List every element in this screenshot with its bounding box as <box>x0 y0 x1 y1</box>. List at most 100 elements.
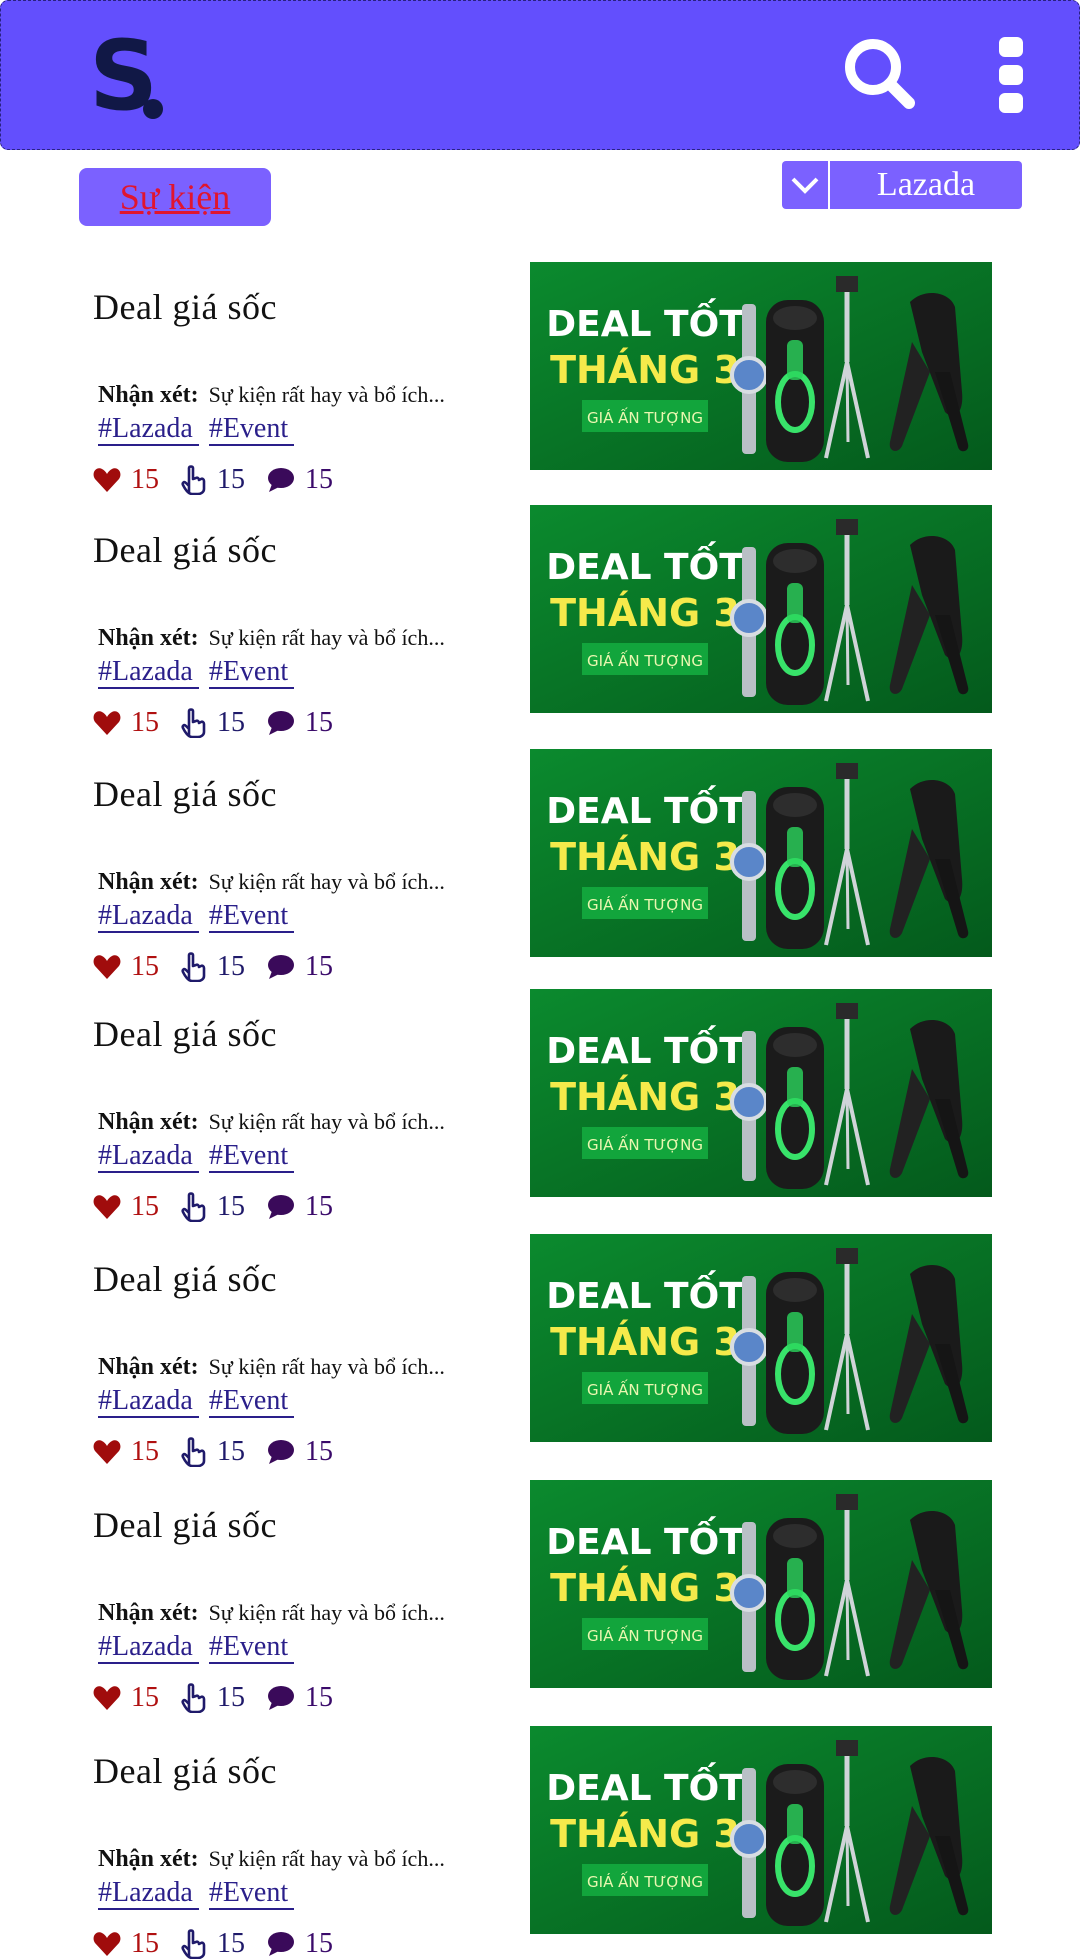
store-dropdown[interactable]: Lazada <box>782 161 1022 209</box>
deal-banner-image[interactable]: DEAL TỐT THÁNG 3 GIÁ ẤN TƯỢNG <box>530 749 992 957</box>
deal-banner-image[interactable]: DEAL TỐT THÁNG 3 GIÁ ẤN TƯỢNG <box>530 1480 992 1688</box>
tag-link[interactable]: #Lazada <box>98 1632 199 1664</box>
clap-button[interactable]: 15 <box>181 1928 245 1960</box>
deal-banner-image[interactable]: DEAL TỐT THÁNG 3 GIÁ ẤN TƯỢNG <box>530 989 992 1197</box>
like-count: 15 <box>131 1191 159 1222</box>
review-line: Nhận xét: Sự kiện rất hay và bổ ích... <box>98 869 445 896</box>
svg-text:GIÁ ẤN TƯỢNG: GIÁ ẤN TƯỢNG <box>587 649 703 670</box>
stats-bar: 15 15 15 <box>93 951 355 983</box>
deal-card[interactable]: Deal giá sốc Nhận xét: Sự kiện rất hay và… <box>0 505 1080 739</box>
deal-card[interactable]: Deal giá sốc Nhận xét: Sự kiện rất hay và… <box>0 1234 1080 1468</box>
clap-button[interactable]: 15 <box>181 1682 245 1714</box>
clap-button[interactable]: 15 <box>181 951 245 983</box>
deal-title[interactable]: Deal giá sốc <box>93 773 277 815</box>
deal-banner-image[interactable]: DEAL TỐT THÁNG 3 GIÁ ẤN TƯỢNG <box>530 1234 992 1442</box>
speech-bubble-icon <box>268 711 294 735</box>
app-logo[interactable]: S <box>89 31 165 121</box>
pointing-hand-icon <box>181 1929 206 1959</box>
chevron-down-icon[interactable] <box>782 161 830 209</box>
comment-button[interactable]: 15 <box>267 464 333 496</box>
tag-link[interactable]: #Event <box>208 657 295 689</box>
like-button[interactable]: 15 <box>93 1436 159 1468</box>
svg-text:GIÁ ẤN TƯỢNG: GIÁ ẤN TƯỢNG <box>587 1624 703 1645</box>
deal-title[interactable]: Deal giá sốc <box>93 286 277 328</box>
review-text: Sự kiện rất hay và bổ ích... <box>208 382 445 407</box>
review-line: Nhận xét: Sự kiện rất hay và bổ ích... <box>98 625 445 652</box>
deal-title[interactable]: Deal giá sốc <box>93 1750 277 1792</box>
clap-button[interactable]: 15 <box>181 1436 245 1468</box>
tag-link[interactable]: #Lazada <box>98 414 199 446</box>
clap-button[interactable]: 15 <box>181 1191 245 1223</box>
clap-button[interactable]: 15 <box>181 707 245 739</box>
deal-card[interactable]: Deal giá sốc Nhận xét: Sự kiện rất hay và… <box>0 989 1080 1223</box>
comment-button[interactable]: 15 <box>267 1928 333 1960</box>
tag-link[interactable]: #Event <box>208 1878 295 1910</box>
tag-link[interactable]: #Lazada <box>98 1878 199 1910</box>
svg-text:THÁNG 3: THÁNG 3 <box>550 1075 740 1119</box>
deal-title[interactable]: Deal giá sốc <box>93 1013 277 1055</box>
speech-bubble-icon <box>268 955 294 979</box>
review-label: Nhận xét: <box>98 382 199 408</box>
clap-count: 15 <box>217 707 245 738</box>
tag-list: #Lazada #Event <box>98 901 295 933</box>
deal-title[interactable]: Deal giá sốc <box>93 529 277 571</box>
deal-banner-image[interactable]: DEAL TỐT THÁNG 3 GIÁ ẤN TƯỢNG <box>530 262 992 470</box>
deal-title[interactable]: Deal giá sốc <box>93 1258 277 1300</box>
stats-bar: 15 15 15 <box>93 1682 355 1714</box>
tag-link[interactable]: #Event <box>208 1632 295 1664</box>
tag-link[interactable]: #Event <box>208 1386 295 1418</box>
pointing-hand-icon <box>181 952 206 982</box>
review-text: Sự kiện rất hay và bổ ích... <box>208 625 445 650</box>
speech-bubble-icon <box>268 1195 294 1219</box>
comment-count: 15 <box>305 707 333 738</box>
deal-title[interactable]: Deal giá sốc <box>93 1504 277 1546</box>
comment-button[interactable]: 15 <box>267 1191 333 1223</box>
review-line: Nhận xét: Sự kiện rất hay và bổ ích... <box>98 1354 445 1381</box>
comment-button[interactable]: 15 <box>267 1682 333 1714</box>
clap-button[interactable]: 15 <box>181 464 245 496</box>
svg-text:DEAL TỐT: DEAL TỐT <box>546 1270 744 1317</box>
tag-link[interactable]: #Event <box>208 414 295 446</box>
review-line: Nhận xét: Sự kiện rất hay và bổ ích... <box>98 1109 445 1136</box>
svg-text:GIÁ ẤN TƯỢNG: GIÁ ẤN TƯỢNG <box>587 893 703 914</box>
speech-bubble-icon <box>268 1932 294 1956</box>
review-label: Nhận xét: <box>98 625 199 651</box>
comment-count: 15 <box>305 1682 333 1713</box>
like-button[interactable]: 15 <box>93 464 159 496</box>
deal-banner-image[interactable]: DEAL TỐT THÁNG 3 GIÁ ẤN TƯỢNG <box>530 505 992 713</box>
svg-text:THÁNG 3: THÁNG 3 <box>550 1812 740 1856</box>
comment-button[interactable]: 15 <box>267 951 333 983</box>
pointing-hand-icon <box>181 1437 206 1467</box>
more-options-icon[interactable] <box>997 35 1025 115</box>
tag-link[interactable]: #Lazada <box>98 1386 199 1418</box>
comment-button[interactable]: 15 <box>267 1436 333 1468</box>
heart-icon <box>93 1440 121 1464</box>
comment-button[interactable]: 15 <box>267 707 333 739</box>
pointing-hand-icon <box>181 1192 206 1222</box>
review-line: Nhận xét: Sự kiện rất hay và bổ ích... <box>98 382 445 409</box>
like-button[interactable]: 15 <box>93 1191 159 1223</box>
tag-link[interactable]: #Event <box>208 1141 295 1173</box>
svg-text:GIÁ ẤN TƯỢNG: GIÁ ẤN TƯỢNG <box>587 1870 703 1891</box>
stats-bar: 15 15 15 <box>93 464 355 496</box>
svg-text:DEAL TỐT: DEAL TỐT <box>546 1762 744 1809</box>
tag-link[interactable]: #Lazada <box>98 657 199 689</box>
like-button[interactable]: 15 <box>93 1928 159 1960</box>
review-text: Sự kiện rất hay và bổ ích... <box>208 869 445 894</box>
deal-card[interactable]: Deal giá sốc Nhận xét: Sự kiện rất hay và… <box>0 1726 1080 1960</box>
deal-banner-image[interactable]: DEAL TỐT THÁNG 3 GIÁ ẤN TƯỢNG <box>530 1726 992 1934</box>
svg-text:GIÁ ẤN TƯỢNG: GIÁ ẤN TƯỢNG <box>587 406 703 427</box>
like-count: 15 <box>131 1436 159 1467</box>
like-button[interactable]: 15 <box>93 951 159 983</box>
tag-link[interactable]: #Lazada <box>98 901 199 933</box>
tag-list: #Lazada #Event <box>98 1632 295 1664</box>
deal-card[interactable]: Deal giá sốc Nhận xét: Sự kiện rất hay và… <box>0 1480 1080 1714</box>
tag-link[interactable]: #Lazada <box>98 1141 199 1173</box>
like-button[interactable]: 15 <box>93 707 159 739</box>
event-filter-button[interactable]: Sự kiện <box>79 168 271 226</box>
deal-card[interactable]: Deal giá sốc Nhận xét: Sự kiện rất hay và… <box>0 749 1080 983</box>
like-button[interactable]: 15 <box>93 1682 159 1714</box>
tag-link[interactable]: #Event <box>208 901 295 933</box>
search-icon[interactable] <box>841 35 917 111</box>
deal-card[interactable]: Deal giá sốc Nhận xét: Sự kiện rất hay và… <box>0 262 1080 496</box>
